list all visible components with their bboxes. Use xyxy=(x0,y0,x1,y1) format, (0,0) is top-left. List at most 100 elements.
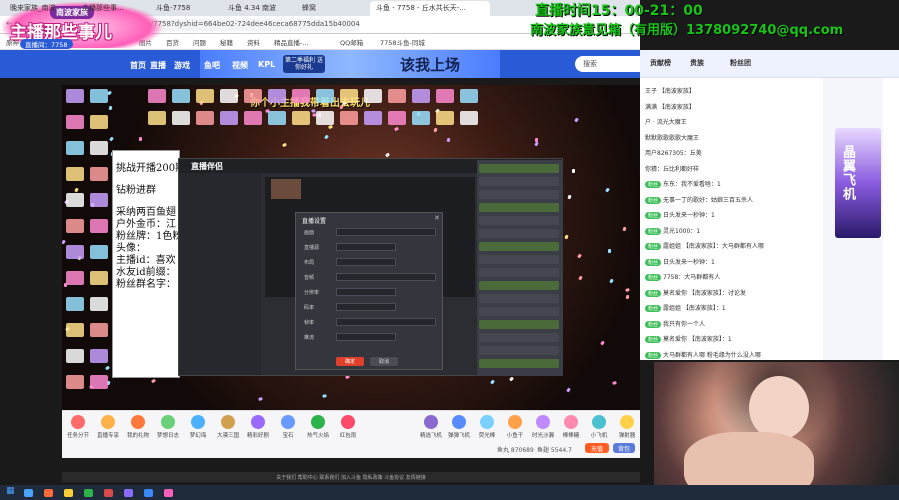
desktop-icon[interactable] xyxy=(364,111,382,125)
gift-item[interactable]: 弹射器 xyxy=(613,415,641,439)
gift-item[interactable]: 热气火焰 xyxy=(304,415,332,439)
right-tab[interactable]: 贵族 xyxy=(690,58,704,68)
desktop-icon[interactable] xyxy=(90,245,108,259)
desktop-icon[interactable] xyxy=(90,89,108,103)
gift-item[interactable]: 梦想日志 xyxy=(154,415,182,439)
desktop-icon[interactable] xyxy=(388,89,406,103)
taskbar-app-icon[interactable] xyxy=(24,489,33,497)
desktop-icon[interactable] xyxy=(412,111,430,125)
desktop-icon[interactable] xyxy=(148,111,166,125)
bookmark-item[interactable]: 资料 xyxy=(247,37,260,47)
desktop-icon[interactable] xyxy=(148,89,166,103)
nav-item[interactable]: 游戏 xyxy=(174,60,190,71)
gift-item[interactable]: 棒棒糖 xyxy=(557,415,585,439)
desktop-icon[interactable] xyxy=(196,89,214,103)
settings-row-input[interactable] xyxy=(336,258,396,266)
gift-item[interactable]: 宝石 xyxy=(274,415,302,439)
desktop-icon[interactable] xyxy=(66,375,84,389)
desktop-icon[interactable] xyxy=(90,297,108,311)
gift-item[interactable]: 梦幻海 xyxy=(184,415,212,439)
taskbar-app-icon[interactable] xyxy=(164,489,173,497)
browser-tab[interactable]: 晚来家族_南波 xyxy=(4,1,74,16)
desktop-icon[interactable] xyxy=(292,111,310,125)
settings-row-input[interactable] xyxy=(336,273,436,281)
settings-row-input[interactable] xyxy=(336,333,396,341)
taskbar-app-icon[interactable] xyxy=(144,489,153,497)
nav-item[interactable]: 首页 xyxy=(130,60,146,71)
desktop-icon[interactable] xyxy=(220,111,238,125)
desktop-icon[interactable] xyxy=(66,245,84,259)
desktop-icon[interactable] xyxy=(90,349,108,363)
browser-tab[interactable]: 主播那些事... xyxy=(76,1,148,16)
nav-item[interactable]: 鱼吧 xyxy=(204,60,220,71)
backpack-button[interactable]: 背包 xyxy=(613,443,635,453)
desktop-icon[interactable] xyxy=(66,297,84,311)
bookmark-item[interactable]: 问题 xyxy=(193,37,206,47)
desktop-icon[interactable] xyxy=(66,271,84,285)
desktop-icon[interactable] xyxy=(268,111,286,125)
desktop-icon[interactable] xyxy=(388,111,406,125)
confirm-button[interactable]: 确定 xyxy=(336,357,364,366)
desktop-icon[interactable] xyxy=(244,89,262,103)
desktop-icon[interactable] xyxy=(90,375,108,389)
desktop-icon[interactable] xyxy=(90,271,108,285)
settings-row-input[interactable] xyxy=(336,243,396,251)
right-tab[interactable]: 粉丝团 xyxy=(730,58,751,68)
nav-item[interactable]: 直播 xyxy=(150,60,166,71)
browser-tab[interactable]: 斗鱼 - 7758 - 丘水共长天-... xyxy=(370,1,490,16)
desktop-icon[interactable] xyxy=(316,89,334,103)
promo-chip[interactable]: 第二季福利 送你好礼 xyxy=(283,55,325,73)
desktop-icon[interactable] xyxy=(460,111,478,125)
desktop-icon[interactable] xyxy=(220,89,238,103)
desktop-icon[interactable] xyxy=(244,111,262,125)
gift-item[interactable]: 任务分节 xyxy=(64,415,92,439)
desktop-icon[interactable] xyxy=(90,141,108,155)
desktop-icon[interactable] xyxy=(66,89,84,103)
desktop-icon[interactable] xyxy=(66,115,84,129)
desktop-icon[interactable] xyxy=(364,89,382,103)
gift-item[interactable]: 小鱼干 xyxy=(501,415,529,439)
gift-item[interactable]: 红包雨 xyxy=(334,415,362,439)
desktop-icon[interactable] xyxy=(90,193,108,207)
desktop-icon[interactable] xyxy=(268,89,286,103)
desktop-icon[interactable] xyxy=(436,111,454,125)
desktop-icon[interactable] xyxy=(66,349,84,363)
desktop-icon[interactable] xyxy=(436,89,454,103)
desktop-icon[interactable] xyxy=(66,167,84,181)
gift-item[interactable]: 我的礼物 xyxy=(124,415,152,439)
desktop-icon[interactable] xyxy=(90,219,108,233)
desktop-icon[interactable] xyxy=(172,111,190,125)
windows-start-icon[interactable]: ▦ xyxy=(6,486,15,496)
taskbar-app-icon[interactable] xyxy=(84,489,93,497)
recharge-button[interactable]: 充值 xyxy=(585,443,609,453)
desktop-icon[interactable] xyxy=(90,323,108,337)
gift-item[interactable]: 弹弹飞机 xyxy=(445,415,473,439)
gift-item[interactable]: 小飞机 xyxy=(585,415,613,439)
cancel-button[interactable]: 取消 xyxy=(370,357,398,366)
desktop-icon[interactable] xyxy=(340,89,358,103)
desktop-icon[interactable] xyxy=(66,219,84,233)
gift-item[interactable]: 时光沙漏 xyxy=(529,415,557,439)
desktop-icon[interactable] xyxy=(90,167,108,181)
close-icon[interactable]: ✕ xyxy=(434,214,440,222)
gift-item[interactable]: 精选飞机 xyxy=(417,415,445,439)
bookmark-item[interactable]: QQ邮箱 xyxy=(340,37,363,47)
taskbar-app-icon[interactable] xyxy=(124,489,133,497)
right-tab[interactable]: 贡献榜 xyxy=(650,58,671,68)
gift-item[interactable]: 直播专享 xyxy=(94,415,122,439)
desktop-icon[interactable] xyxy=(316,111,334,125)
desktop-icon[interactable] xyxy=(340,111,358,125)
taskbar-app-icon[interactable] xyxy=(104,489,113,497)
bookmark-item[interactable]: 精品直播-... xyxy=(274,37,309,47)
gift-item[interactable]: 精彩好剧 xyxy=(244,415,272,439)
settings-row-input[interactable] xyxy=(336,303,396,311)
taskbar-app-icon[interactable] xyxy=(64,489,73,497)
desktop-icon[interactable] xyxy=(66,141,84,155)
desktop-icon[interactable] xyxy=(460,89,478,103)
settings-row-input[interactable] xyxy=(336,288,396,296)
browser-tab[interactable]: 斗鱼-7758 xyxy=(150,1,220,16)
gift-item[interactable]: 荧光棒 xyxy=(473,415,501,439)
desktop-icon[interactable] xyxy=(66,323,84,337)
browser-tab[interactable]: 蜂窝 xyxy=(296,1,368,16)
bookmark-item[interactable]: 7758斗鱼-同城 xyxy=(380,37,425,47)
